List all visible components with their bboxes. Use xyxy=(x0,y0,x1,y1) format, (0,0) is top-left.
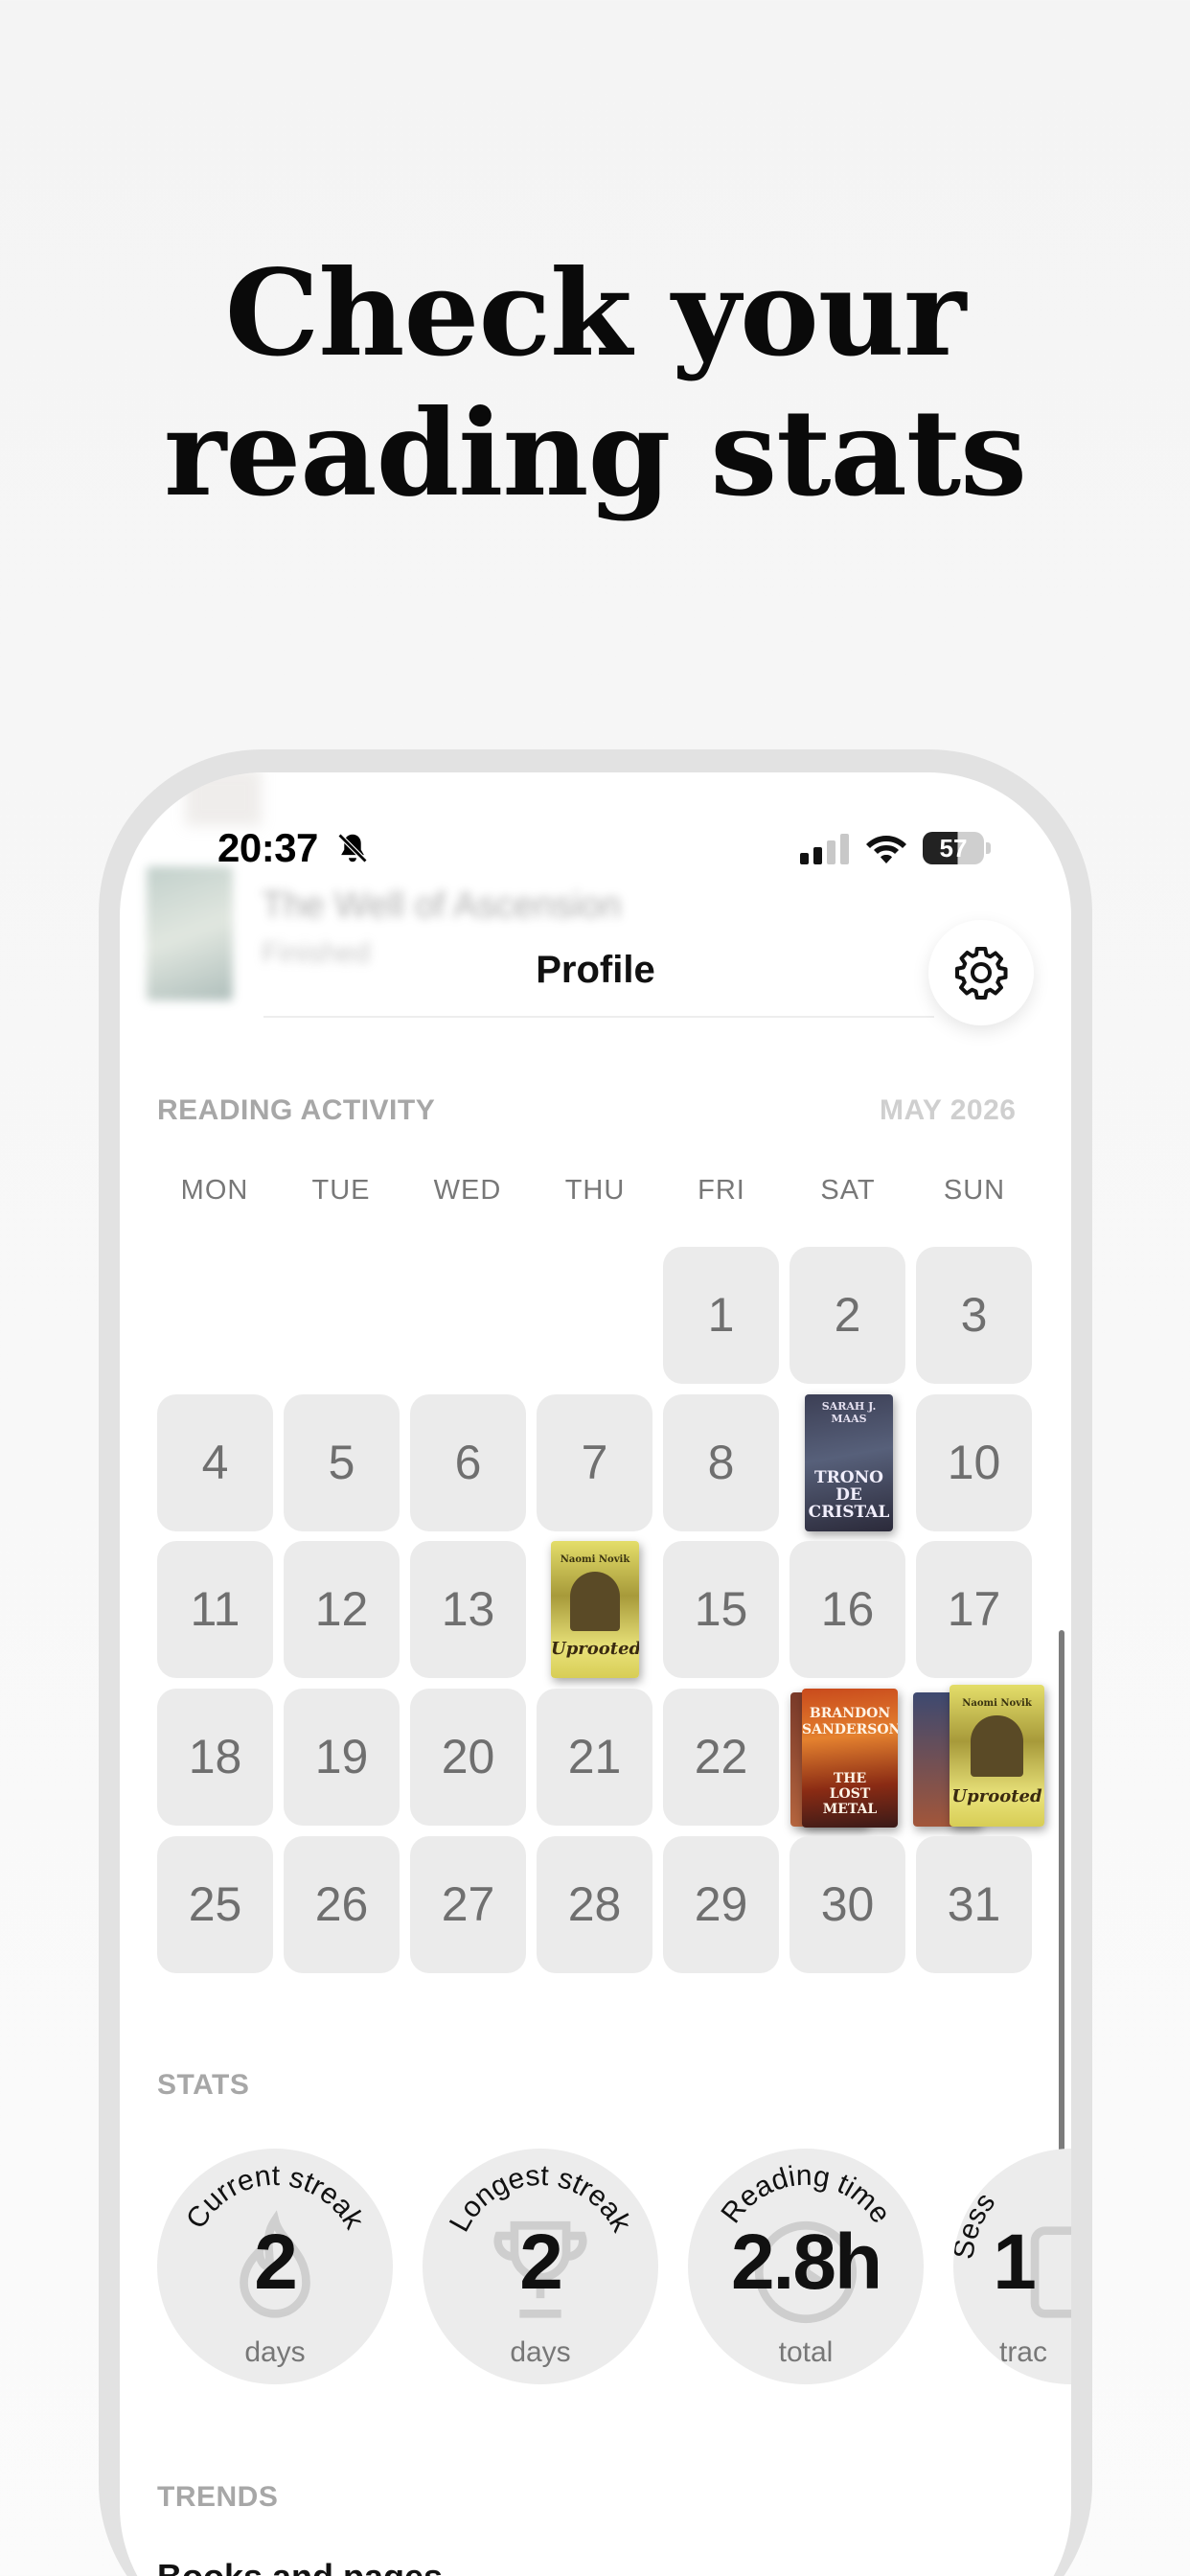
book-illustration xyxy=(971,1715,1023,1777)
calendar-day[interactable]: 20 xyxy=(410,1689,526,1826)
weekday-sat: SAT xyxy=(820,1175,876,1206)
calendar-day[interactable]: 29 xyxy=(663,1836,779,1973)
calendar-day[interactable]: 27 xyxy=(410,1836,526,1973)
calendar-day[interactable]: 5 xyxy=(284,1394,400,1531)
calendar-day[interactable]: 4 xyxy=(157,1394,273,1531)
stat-sessions[interactable]: Sess 1 trac xyxy=(953,2149,1071,2384)
book-title: Uprooted xyxy=(951,1786,1042,1806)
calendar-day[interactable]: 13 xyxy=(410,1541,526,1678)
calendar-day[interactable]: 16 xyxy=(790,1541,905,1678)
calendar-day[interactable]: 15 xyxy=(663,1541,779,1678)
weekday-mon: MON xyxy=(180,1175,249,1206)
weekday-wed: WED xyxy=(433,1175,502,1206)
calendar-day[interactable]: 10 xyxy=(916,1394,1032,1531)
stat-unit: days xyxy=(244,2336,306,2368)
stat-value: 2.8h xyxy=(730,2219,882,2306)
calendar-day[interactable]: 2 xyxy=(790,1247,905,1384)
bell-slash-icon xyxy=(337,833,368,863)
calendar-day[interactable]: 7 xyxy=(537,1394,652,1531)
trends-label: TRENDS xyxy=(157,2481,279,2513)
status-bar: 20:37 57 xyxy=(120,772,1071,935)
weekday-thu: THU xyxy=(564,1175,626,1206)
book-cover-day-9[interactable]: SARAH J. MAAS TRONO DE CRISTAL xyxy=(805,1394,893,1531)
stat-value: 2 xyxy=(254,2219,298,2306)
stat-value: 1 xyxy=(993,2219,1037,2306)
calendar-day[interactable]: 28 xyxy=(537,1836,652,1973)
book-author: SARAH J. MAAS xyxy=(821,1400,877,1425)
calendar-day[interactable]: 17 xyxy=(916,1541,1032,1678)
calendar-day[interactable]: 18 xyxy=(157,1689,273,1826)
battery-tip xyxy=(986,842,991,854)
book-author: Naomi Novik xyxy=(962,1698,1032,1709)
scrollbar[interactable] xyxy=(1059,1630,1064,2176)
book-author: Naomi Novik xyxy=(560,1554,630,1565)
cellular-signal-icon xyxy=(800,834,849,864)
wifi-icon xyxy=(866,836,906,863)
calendar-day[interactable]: 30 xyxy=(790,1836,905,1973)
stat-value: 2 xyxy=(519,2219,563,2306)
battery-level: 57 xyxy=(939,834,968,862)
weekday-sun: SUN xyxy=(943,1175,1006,1206)
status-time: 20:37 xyxy=(217,825,318,870)
book-illustration xyxy=(570,1572,620,1631)
calendar-day[interactable]: 21 xyxy=(537,1689,652,1826)
headline-line-2: reading stats xyxy=(164,384,1027,523)
weekday-tue: TUE xyxy=(311,1175,371,1206)
book-title: THE LOST METAL xyxy=(822,1771,878,1817)
stat-current-streak[interactable]: Current streak 2 days xyxy=(157,2149,393,2384)
gear-icon xyxy=(955,947,1008,1000)
book-cover-day-14[interactable]: Naomi Novik Uprooted xyxy=(551,1541,639,1678)
calendar-day[interactable]: 26 xyxy=(284,1836,400,1973)
settings-button[interactable] xyxy=(928,920,1034,1025)
book-cover-day-23[interactable]: BRANDON SANDERSON THE LOST METAL xyxy=(802,1689,898,1828)
battery-indicator: 57 xyxy=(923,832,984,864)
stat-unit: trac xyxy=(998,2336,1047,2368)
calendar-day[interactable]: 31 xyxy=(916,1836,1032,1973)
calendar-day[interactable]: 12 xyxy=(284,1541,400,1678)
calendar-day[interactable]: 22 xyxy=(663,1689,779,1826)
stats-label: STATS xyxy=(157,2069,250,2101)
calendar-day[interactable]: 1 xyxy=(663,1247,779,1384)
headline-line-1: Check your xyxy=(224,244,967,383)
weekday-fri: FRI xyxy=(698,1175,745,1206)
stat-reading-time[interactable]: Reading time 2.8h total xyxy=(688,2149,924,2384)
calendar-day[interactable]: 25 xyxy=(157,1836,273,1973)
stat-unit: days xyxy=(510,2336,571,2368)
stat-unit: total xyxy=(778,2336,834,2368)
reading-activity-label: READING ACTIVITY xyxy=(157,1094,436,1126)
calendar-day[interactable]: 11 xyxy=(157,1541,273,1678)
calendar-day[interactable]: 3 xyxy=(916,1247,1032,1384)
stat-longest-streak[interactable]: Longest streak 2 days xyxy=(423,2149,658,2384)
calendar-day[interactable]: 8 xyxy=(663,1394,779,1531)
calendar-day[interactable]: 6 xyxy=(410,1394,526,1531)
book-cover-day-24[interactable]: Naomi Novik Uprooted xyxy=(950,1685,1044,1827)
phone-screen: The Well of Ascension Finished 20:37 57 … xyxy=(120,772,1071,2576)
trends-subtitle: Books and pages xyxy=(157,2557,443,2576)
calendar-day[interactable]: 19 xyxy=(284,1689,400,1826)
book-title: Uprooted xyxy=(551,1639,639,1659)
book-title: TRONO DE CRISTAL xyxy=(808,1468,890,1522)
headline: Check your reading stats xyxy=(0,244,1190,524)
header-divider xyxy=(263,1016,934,1018)
book-author: BRANDON SANDERSON xyxy=(802,1706,898,1737)
month-label: MAY 2026 xyxy=(880,1094,1017,1126)
